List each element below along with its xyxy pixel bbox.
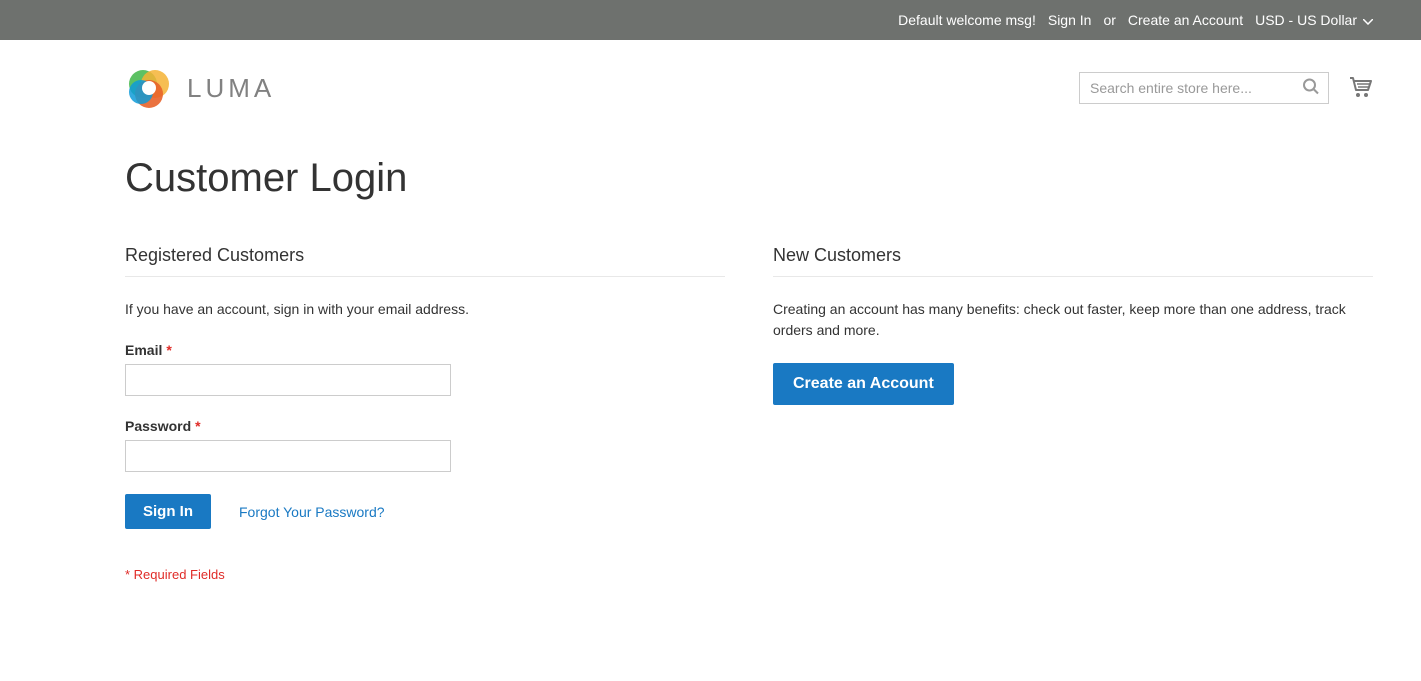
login-desc: If you have an account, sign in with you… [125,299,725,320]
new-customers-block: New Customers Creating an account has ma… [773,245,1373,582]
or-separator: or [1103,12,1115,28]
topbar: Default welcome msg! Sign In or Create a… [0,0,1421,40]
login-actions: Sign In Forgot Your Password? [125,494,725,529]
required-asterisk: * [195,418,200,434]
header: LUMA [0,40,1421,112]
forgot-password-link[interactable]: Forgot Your Password? [239,504,385,520]
create-account-link[interactable]: Create an Account [1128,12,1243,28]
welcome-message: Default welcome msg! [898,12,1036,28]
password-label: Password* [125,418,201,434]
required-asterisk: * [166,342,171,358]
new-heading: New Customers [773,245,1373,277]
email-field[interactable] [125,364,451,396]
password-field-wrap: Password* [125,418,725,472]
header-right [1079,72,1373,104]
email-label: Email* [125,342,172,358]
logo-text: LUMA [187,73,275,104]
password-field[interactable] [125,440,451,472]
logo-icon [125,64,173,112]
create-account-button[interactable]: Create an Account [773,363,954,405]
chevron-down-icon [1363,12,1373,28]
login-heading: Registered Customers [125,245,725,277]
page-main: Customer Login Registered Customers If y… [0,112,1421,582]
currency-label: USD - US Dollar [1255,12,1357,28]
logo[interactable]: LUMA [125,64,275,112]
required-fields-note: * Required Fields [125,567,725,582]
page-title: Customer Login [125,156,1373,201]
email-field-wrap: Email* [125,342,725,396]
login-block: Registered Customers If you have an acco… [125,245,725,582]
search-input[interactable] [1080,73,1328,103]
signin-link[interactable]: Sign In [1048,12,1092,28]
search-box [1079,72,1329,104]
new-desc: Creating an account has many benefits: c… [773,299,1373,341]
cart-icon[interactable] [1347,74,1373,103]
currency-selector[interactable]: USD - US Dollar [1255,12,1373,28]
signin-button[interactable]: Sign In [125,494,211,529]
columns: Registered Customers If you have an acco… [125,245,1373,582]
search-icon[interactable] [1302,78,1320,99]
